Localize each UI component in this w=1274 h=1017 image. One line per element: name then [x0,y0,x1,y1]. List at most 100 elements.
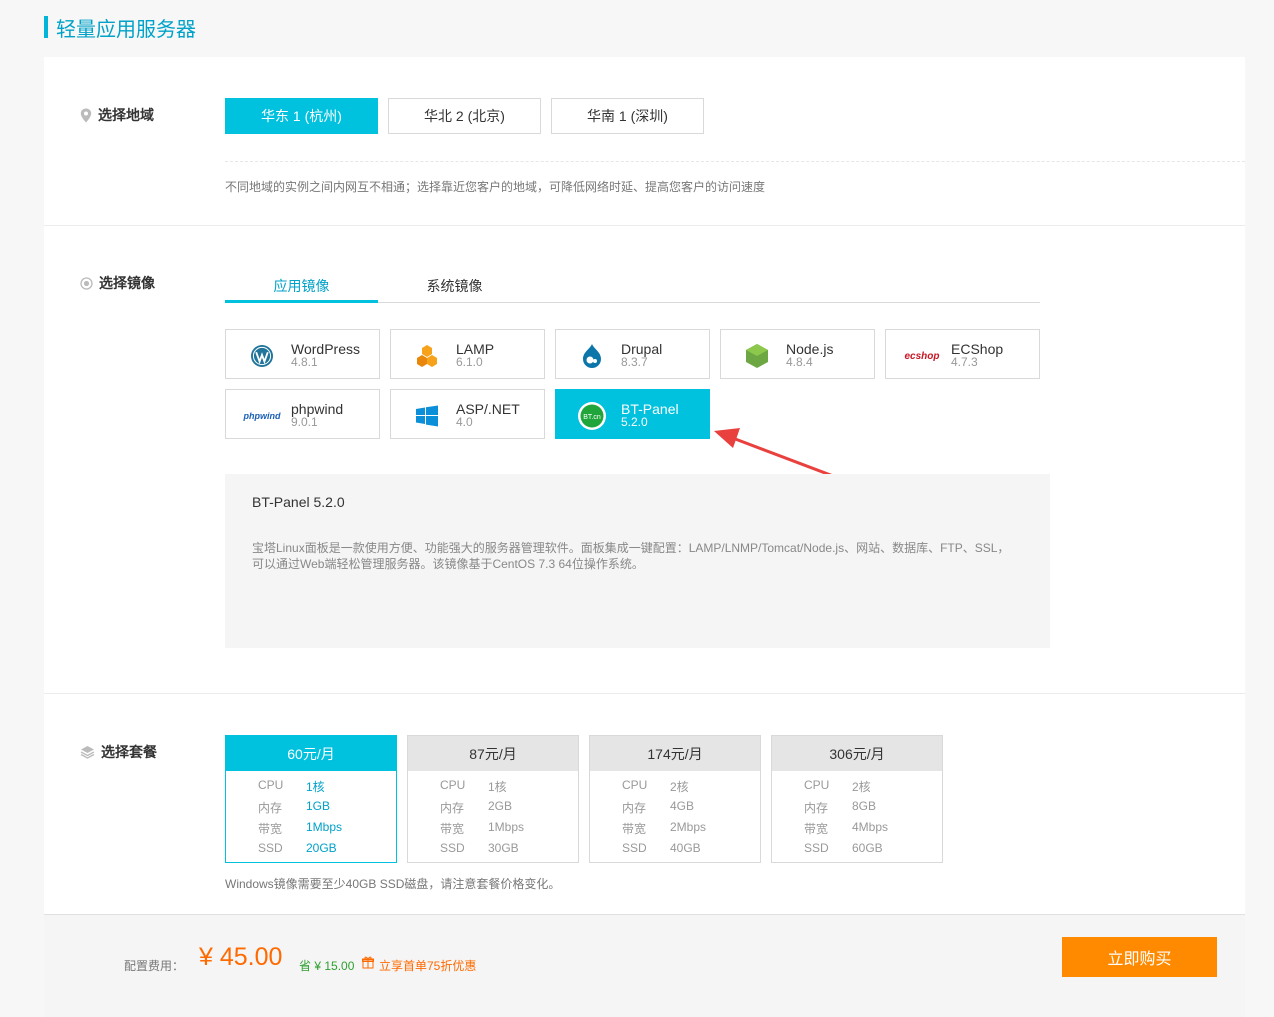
ecshop-logo-text: ecshop [904,350,940,362]
plan-row-value: 2核 [670,780,689,794]
plan-row-value: 2GB [488,799,513,813]
region-option-label: 华南 1 (深圳) [587,108,668,124]
region-option-shenzhen[interactable]: 华南 1 (深圳) [551,98,704,134]
image-label-text: 选择镜像 [99,275,155,291]
plan-row-label: 内存 [258,801,283,815]
image-version: 8.3.7 [621,355,648,369]
image-version: 9.0.1 [291,415,318,429]
plan-row-bandwidth: 带宽 2Mbps [622,820,706,837]
phpwind-logo-text: phpwind [243,411,281,421]
image-description-box: BT-Panel 5.2.0 宝塔Linux面板是一款使用方便、功能强大的服务器… [225,474,1050,648]
plan-row-label: 带宽 [622,822,647,836]
plan-row-ssd: SSD 40GB [622,841,701,855]
nodejs-icon [741,342,773,370]
plan-card-174[interactable]: 174元/月 CPU 2核 内存 4GB 带宽 2Mbps SSD 40GB [589,735,761,863]
plan-row-value: 1核 [306,780,325,794]
plan-row-label: 带宽 [258,822,283,836]
plan-row-ssd: SSD 20GB [258,841,337,855]
plan-row-label: SSD [622,841,647,855]
region-option-hangzhou[interactable]: 华东 1 (杭州) [225,98,378,134]
dashed-separator [225,161,1245,162]
plan-row-value: 4Mbps [852,820,889,834]
plan-row-value: 2Mbps [670,820,707,834]
plan-label-text: 选择套餐 [101,744,157,760]
plan-row-label: 内存 [622,801,647,815]
windows-icon [411,402,443,430]
plan-row-label: CPU [258,778,284,792]
plan-row-label: SSD [258,841,283,855]
region-option-beijing[interactable]: 华北 2 (北京) [388,98,541,134]
image-card-lamp[interactable]: LAMP 6.1.0 [390,329,545,379]
plan-row-value: 4GB [670,799,695,813]
plan-row-ssd: SSD 60GB [804,841,883,855]
tab-system-images[interactable]: 系统镜像 [378,276,531,303]
plan-row-label: CPU [622,778,648,792]
bt-panel-icon: BT.cn [576,402,608,430]
plan-row-label: SSD [804,841,829,855]
image-card-nodejs[interactable]: Node.js 4.8.4 [720,329,875,379]
plan-row-label: 带宽 [804,822,829,836]
image-version: 4.8.4 [786,355,813,369]
image-section-label: 选择镜像 [80,273,155,293]
plan-row-label: 内存 [440,801,465,815]
plan-row-value: 40GB [670,841,701,855]
image-card-wordpress[interactable]: WordPress 4.8.1 [225,329,380,379]
region-section-label: 选择地域 [80,105,154,125]
image-card-drupal[interactable]: Drupal 8.3.7 [555,329,710,379]
buy-now-button[interactable]: 立即购买 [1062,937,1217,977]
image-version: 4.7.3 [951,355,978,369]
region-option-label: 华东 1 (杭州) [261,108,342,124]
bt-logo-text: BT.cn [583,414,601,421]
plan-row-mem: 内存 4GB [622,799,694,816]
title-accent-bar [44,16,48,38]
wordpress-icon [246,342,278,370]
plan-row-value: 8GB [852,799,877,813]
plan-row-cpu: CPU 1核 [440,778,507,795]
plan-row-bandwidth: 带宽 4Mbps [804,820,888,837]
plan-row-mem: 内存 1GB [258,799,330,816]
image-card-bt-panel[interactable]: BT.cn BT-Panel 5.2.0 [555,389,710,439]
plan-price: 87元/月 [408,736,578,771]
plan-price: 60元/月 [226,736,396,771]
image-card-phpwind[interactable]: phpwind phpwind 9.0.1 [225,389,380,439]
page-title-text: 轻量应用服务器 [56,18,196,41]
plan-card-306[interactable]: 306元/月 CPU 2核 内存 8GB 带宽 4Mbps SSD 60GB [771,735,943,863]
plan-row-cpu: CPU 2核 [804,778,871,795]
image-card-ecshop[interactable]: ecshop ECShop 4.7.3 [885,329,1040,379]
image-version: 5.2.0 [621,415,648,429]
image-description-text: 宝塔Linux面板是一款使用方便、功能强大的服务器管理软件。面板集成一键配置：L… [252,540,1022,572]
plan-row-value: 60GB [852,841,883,855]
plan-row-mem: 内存 8GB [804,799,876,816]
plan-row-cpu: CPU 1核 [258,778,325,795]
plan-row-value: 1核 [488,780,507,794]
drupal-icon [576,342,608,370]
radio-circle-icon [80,276,93,290]
promo-text: 立享首单75折优惠 [379,959,477,973]
section-divider [44,225,1245,226]
image-description-line: 可以通过Web端轻松管理服务器。该镜像基于CentOS 7.3 64位操作系统。 [252,557,644,571]
plan-row-bandwidth: 带宽 1Mbps [440,820,524,837]
plan-row-label: SSD [440,841,465,855]
image-card-aspnet[interactable]: ASP/.NET 4.0 [390,389,545,439]
plan-row-value: 1Mbps [488,820,525,834]
layers-icon [80,745,95,759]
checkout-bar: 配置费用： ¥ 45.00 省 ¥ 15.00 立享首单75折优惠 立即购买 [44,914,1245,1017]
plan-row-value: 20GB [306,841,337,855]
plan-row-label: CPU [804,778,830,792]
lamp-icon [411,342,443,370]
plan-card-60[interactable]: 60元/月 CPU 1核 内存 1GB 带宽 1Mbps SSD 20GB [225,735,397,863]
plan-row-label: 内存 [804,801,829,815]
region-hint: 不同地域的实例之间内网互不相通；选择靠近您客户的地域，可降低网络时延、提高您客户… [225,180,766,194]
location-pin-icon [80,108,92,123]
plan-card-87[interactable]: 87元/月 CPU 1核 内存 2GB 带宽 1Mbps SSD 30GB [407,735,579,863]
ecshop-icon: ecshop [902,342,942,370]
tab-app-images[interactable]: 应用镜像 [225,276,378,303]
savings-amount: 省 ¥ 15.00 [299,959,355,973]
plan-row-label: CPU [440,778,466,792]
plan-row-value: 1Mbps [306,820,343,834]
phpwind-icon: phpwind [242,402,282,430]
plan-row-label: 带宽 [440,822,465,836]
image-version: 4.8.1 [291,355,318,369]
section-divider [44,693,1245,694]
plan-price: 306元/月 [772,736,942,771]
